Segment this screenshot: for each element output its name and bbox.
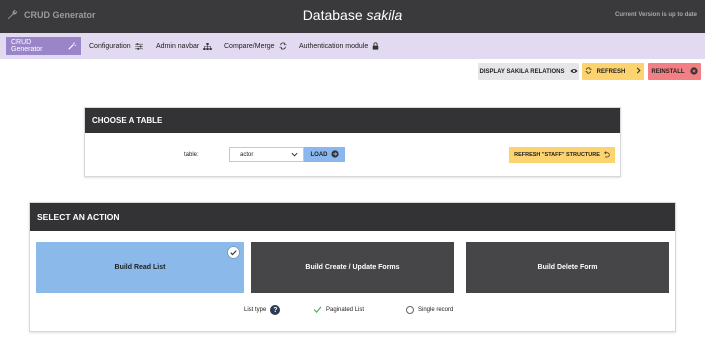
build-create-update-forms-tile[interactable]: Build Create / Update Forms [251,242,454,293]
nav-item-authentication-module[interactable]: Authentication module [294,37,384,55]
choose-table-heading: CHOOSE A TABLE [85,108,620,133]
select-action-card: SELECT AN ACTION Build Read List Build C… [29,202,676,332]
eye-icon [569,68,578,76]
sliders-icon [134,42,143,50]
refresh-button[interactable]: REFRESH [582,63,644,80]
tile-label: Build Create / Update Forms [305,264,400,271]
option-label: Single record [418,307,454,313]
nav-label: Configuration [89,42,131,50]
nav-item-configuration[interactable]: Configuration [84,37,148,55]
sync-icon [585,67,592,76]
build-read-list-tile[interactable]: Build Read List [36,242,244,293]
magic-wand-icon [68,42,76,50]
select-action-heading: SELECT AN ACTION [30,203,675,231]
version-status: Current Version is up to date [614,12,697,18]
chevron-right-icon [636,67,641,76]
option-paginated-list[interactable]: Paginated List [313,304,364,316]
radio-button[interactable] [406,306,414,314]
refresh-structure-button[interactable]: REFRESH "STAFF" STRUCTURE [509,147,615,163]
button-label: REFRESH [596,68,626,75]
nav-item-crud-generator[interactable]: CRUD Generator [6,37,81,55]
choose-table-card: CHOOSE A TABLE table: actor LOAD REFRESH… [84,107,621,177]
table-select[interactable]: actor [229,147,304,162]
lock-icon [372,42,379,50]
button-label: REINSTALL [651,68,685,75]
close-circle-icon [690,66,698,77]
option-single-record[interactable]: Single record [406,304,453,316]
nav-label: Admin navbar [156,42,200,50]
tile-label: Build Delete Form [537,264,598,271]
sync-icon [278,42,287,50]
tile-label: Build Read List [114,264,166,271]
check-circle-icon [227,246,240,261]
selected-table: actor [240,151,254,158]
help-icon[interactable]: ? [270,305,281,315]
list-type-label: List type [244,307,267,313]
nav-label: CRUD Generator [11,39,43,53]
build-delete-form-tile[interactable]: Build Delete Form [466,242,669,293]
title-prefix: Database [302,7,367,23]
top-header: CRUD Generator Database sakila Current V… [0,0,705,33]
chevron-down-icon [291,152,298,159]
table-field-label: table: [184,152,199,158]
nav-label: Compare/Merge [224,42,275,50]
main-navbar: CRUD Generator Configuration Admin navba… [0,33,705,59]
arrow-circle-right-icon [330,149,339,160]
list-type-label-row: List type ? [244,304,281,316]
page-title: Database sakila [0,7,705,23]
button-label: LOAD [310,151,328,158]
nav-item-compare-merge[interactable]: Compare/Merge [219,37,292,55]
button-label: DISPLAY SAKILA RELATIONS [479,68,565,75]
database-name: sakila [366,7,403,23]
sitemap-icon [203,42,212,50]
check-icon [313,306,322,315]
option-label: Paginated List [326,307,365,313]
load-button[interactable]: LOAD [304,147,345,162]
reinstall-button[interactable]: REINSTALL [648,63,701,80]
nav-item-admin-navbar[interactable]: Admin navbar [151,37,217,55]
undo-icon [603,150,610,160]
display-relations-button[interactable]: DISPLAY SAKILA RELATIONS [478,63,579,80]
nav-label: Authentication module [299,42,369,50]
button-label: REFRESH "STAFF" STRUCTURE [514,152,600,158]
